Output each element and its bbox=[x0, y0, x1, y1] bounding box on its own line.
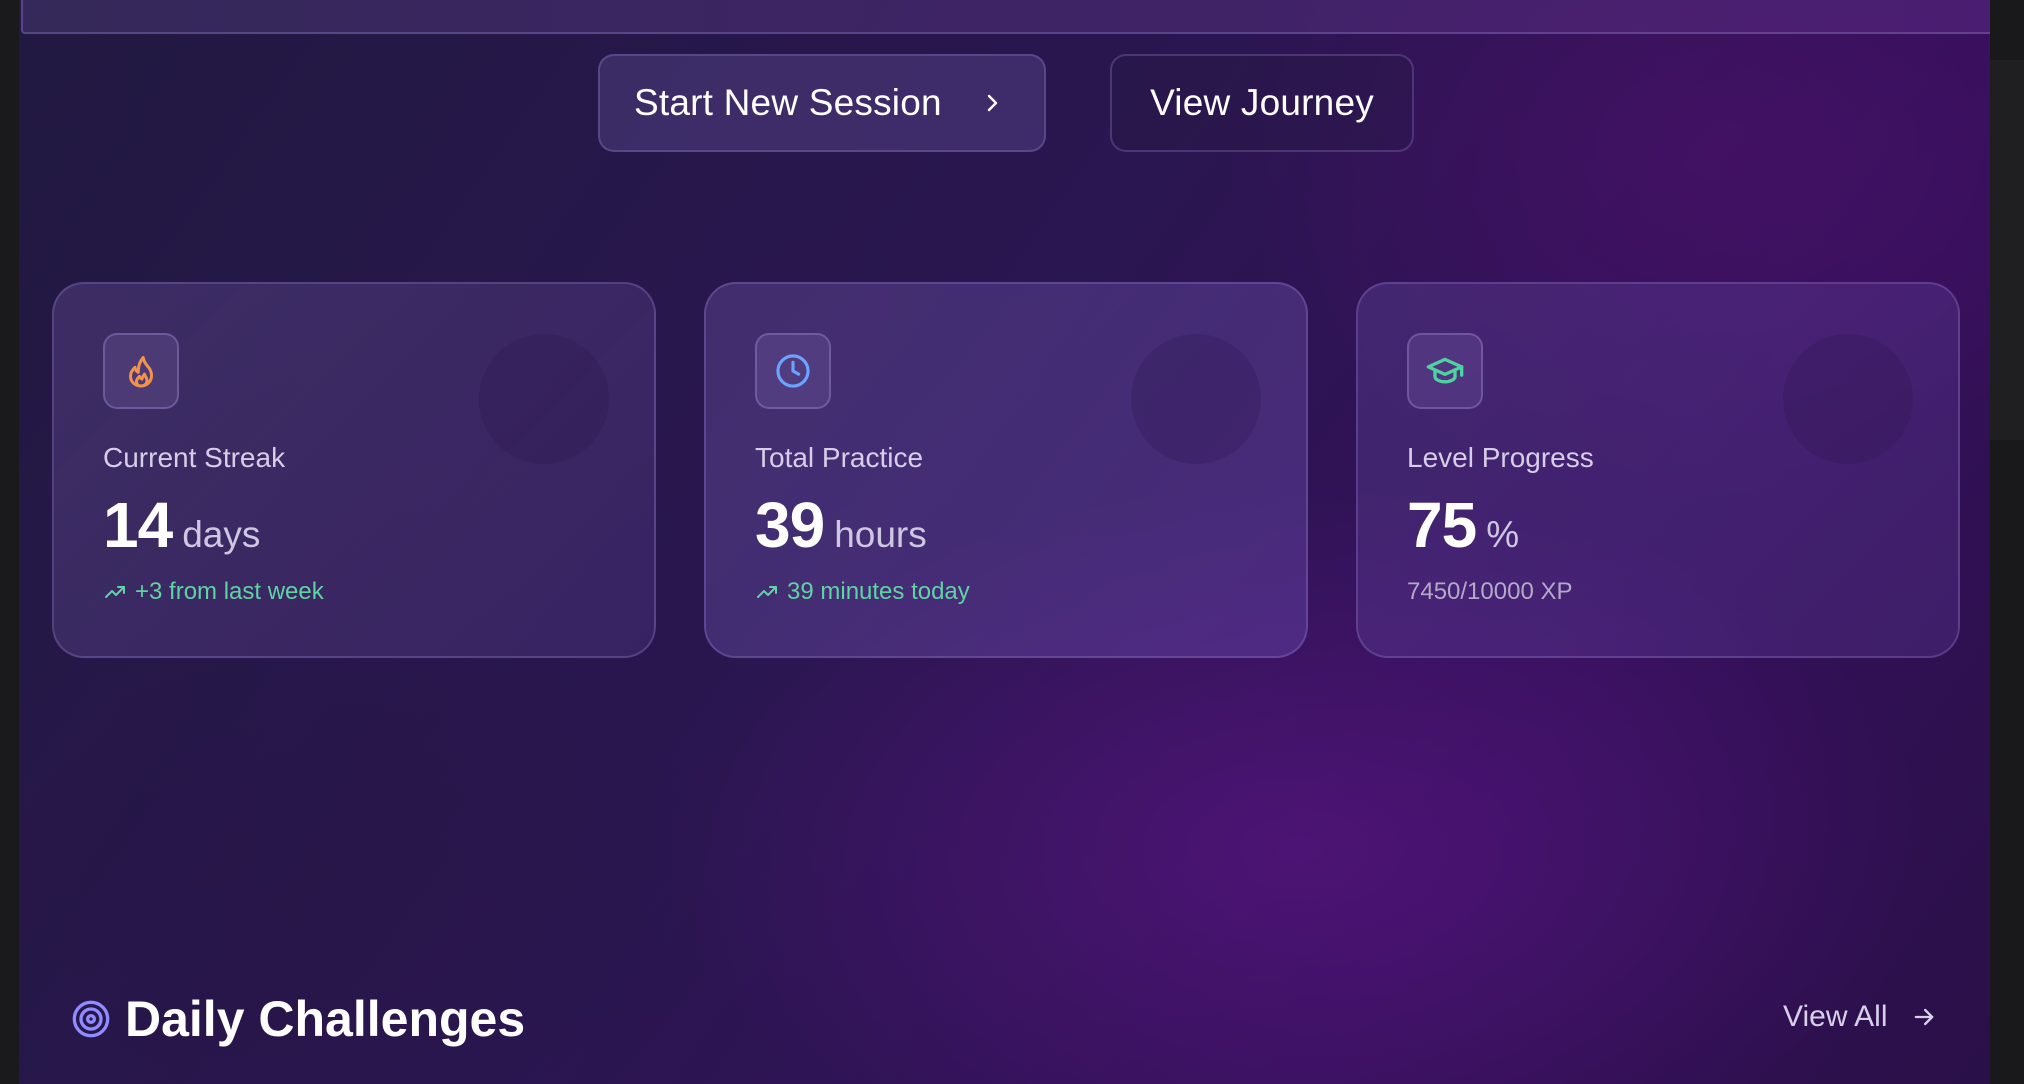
stat-value: 75 % bbox=[1407, 488, 1519, 562]
stat-unit: % bbox=[1486, 514, 1520, 555]
view-journey-button[interactable]: View Journey bbox=[1110, 54, 1414, 152]
stat-number: 75 bbox=[1407, 489, 1477, 561]
window-edge bbox=[1990, 0, 2024, 1084]
chevron-right-icon bbox=[987, 94, 997, 112]
section-title: Daily Challenges bbox=[125, 991, 526, 1047]
start-new-session-button[interactable]: Start New Session bbox=[598, 54, 1046, 152]
stat-value: 39 hours bbox=[755, 488, 927, 562]
stat-label: Total Practice bbox=[755, 442, 924, 473]
top-banner bbox=[21, 0, 1990, 34]
arrow-right-icon bbox=[1914, 1008, 1933, 1026]
decorative-circle bbox=[479, 334, 609, 464]
stat-icon-box bbox=[1407, 333, 1483, 409]
scroll-track bbox=[1990, 60, 2024, 440]
stat-icon-box bbox=[103, 333, 179, 409]
view-all-label: View All bbox=[1783, 1000, 1888, 1033]
daily-challenges-header: Daily Challenges bbox=[71, 990, 525, 1048]
stat-card-level: Level Progress 75 % 7450/10000 XP bbox=[1356, 282, 1960, 658]
decorative-circle bbox=[1131, 334, 1261, 464]
view-all-link[interactable]: View All bbox=[1783, 1000, 1938, 1034]
stat-trend: 39 minutes today bbox=[755, 578, 970, 606]
stat-trend-text: 39 minutes today bbox=[787, 578, 970, 605]
stat-number: 14 bbox=[103, 489, 173, 561]
graduation-cap-icon bbox=[1426, 357, 1464, 384]
clock-icon bbox=[776, 354, 810, 388]
stat-unit: hours bbox=[834, 514, 927, 555]
decorative-circle bbox=[1783, 334, 1913, 464]
start-new-session-label: Start New Session bbox=[634, 82, 942, 123]
target-icon bbox=[72, 1000, 110, 1038]
stat-card-practice: Total Practice 39 hours 39 minutes today bbox=[704, 282, 1308, 658]
stat-unit: days bbox=[182, 514, 261, 555]
flame-icon bbox=[129, 356, 153, 388]
stat-value: 14 days bbox=[103, 488, 260, 562]
stat-card-streak: Current Streak 14 days +3 from last week bbox=[52, 282, 656, 658]
stat-label: Current Streak bbox=[103, 442, 286, 473]
stat-number: 39 bbox=[755, 489, 825, 561]
stat-trend: +3 from last week bbox=[103, 578, 324, 606]
main-content: Start New Session View Journey Current S… bbox=[19, 0, 1990, 1084]
trending-up-icon bbox=[757, 586, 777, 598]
stat-label: Level Progress bbox=[1407, 442, 1594, 473]
trending-up-icon bbox=[105, 586, 125, 598]
stat-icon-box bbox=[755, 333, 831, 409]
stat-xp-text: 7450/10000 XP bbox=[1407, 578, 1573, 605]
stat-xp: 7450/10000 XP bbox=[1407, 578, 1572, 606]
view-journey-label: View Journey bbox=[1150, 82, 1374, 123]
stat-trend-text: +3 from last week bbox=[135, 578, 324, 605]
